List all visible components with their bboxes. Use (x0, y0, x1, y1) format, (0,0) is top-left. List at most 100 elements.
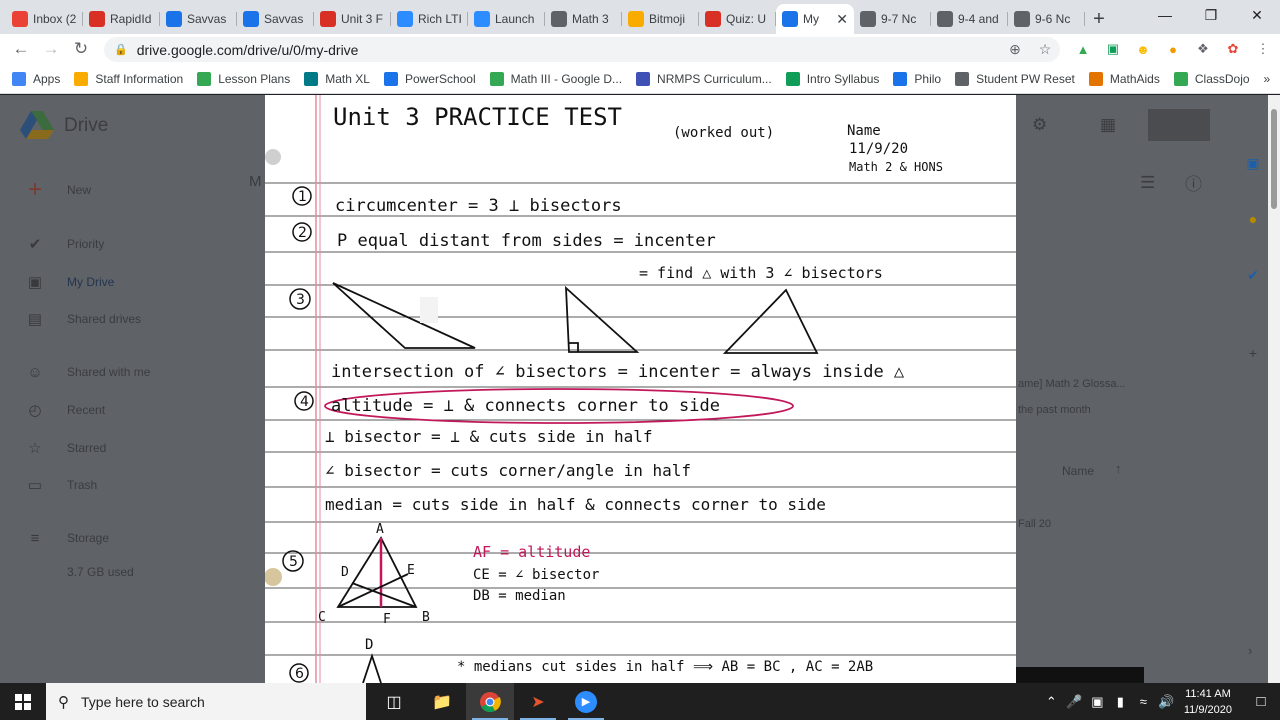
bookmark-item[interactable]: NRMPS Curriculum... (636, 71, 772, 86)
power-icon[interactable]: ▮ (1109, 694, 1132, 710)
browser-tab[interactable]: Math 3 (545, 4, 622, 34)
clock-time: 11:41 AM (1185, 687, 1231, 700)
keep-icon[interactable]: ● (1240, 211, 1266, 267)
browser-tab[interactable]: Quiz: U (699, 4, 776, 34)
browser-tab[interactable]: Inbox (2 (6, 4, 83, 34)
new-button[interactable]: + New (26, 176, 91, 203)
reload-icon[interactable]: ↻ (66, 34, 96, 64)
browser-tab[interactable]: 9-4 and (931, 4, 1008, 34)
zoom-taskbar-icon[interactable]: ▶ (562, 683, 610, 720)
drive-nav-item[interactable]: ≡ Storage (26, 529, 109, 547)
volume-icon[interactable]: 🔊 (1155, 694, 1178, 710)
browser-tab[interactable]: Unit 3 F (314, 4, 391, 34)
bookmark-item[interactable]: Student PW Reset (955, 71, 1075, 86)
forward-arrow-icon[interactable]: → (36, 34, 66, 64)
tab-title: RapidId (110, 12, 152, 26)
close-tab-icon[interactable]: ✕ (836, 11, 848, 28)
apps-grid-icon[interactable]: ▦ (1100, 115, 1116, 135)
minimize-icon[interactable]: — (1142, 0, 1188, 30)
url-text: drive.google.com/drive/u/0/my-drive (136, 41, 359, 58)
bookmark-item[interactable]: Intro Syllabus (785, 71, 879, 86)
browser-tab[interactable]: Savvas (160, 4, 237, 34)
priority-icon: ✔ (28, 236, 42, 253)
extension-icon-4[interactable]: ● (1158, 39, 1188, 59)
page-scrollbar[interactable] (1268, 95, 1280, 683)
menu-dots-icon[interactable]: ⋮ (1248, 39, 1278, 59)
browser-tab[interactable]: RapidId (83, 4, 160, 34)
task-view-icon[interactable]: ◫ (370, 683, 418, 720)
bookmark-item[interactable]: Math III - Google D... (489, 71, 622, 86)
notifications-icon[interactable]: □ (1242, 693, 1280, 710)
bookmark-item[interactable]: Staff Information (74, 71, 183, 86)
new-tab-button[interactable]: + (1085, 4, 1113, 34)
extension-icon-5[interactable]: ✿ (1218, 39, 1248, 59)
tab-title: Savvas (264, 12, 304, 26)
drive-nav-item[interactable]: ☺ Shared with me (26, 363, 150, 381)
browser-tab[interactable]: Rich LTI (391, 4, 468, 34)
browser-tab[interactable]: Launch (468, 4, 545, 34)
drive-nav-item[interactable]: ☆ Starred (26, 439, 106, 457)
settings-gear-icon[interactable]: ⚙ (1032, 115, 1047, 135)
bookmark-item[interactable]: MathAids (1088, 71, 1160, 86)
pdf-app-icon[interactable]: ➤ (514, 683, 562, 720)
bookmark-item[interactable]: ClassDojo (1173, 71, 1250, 86)
browser-tab[interactable]: Bitmoji (622, 4, 699, 34)
show-hidden-icons-icon[interactable]: ⌃ (1040, 694, 1063, 710)
network-icon[interactable]: ≈ (1132, 694, 1155, 709)
sort-name-header[interactable]: Name (1062, 464, 1094, 478)
add-addon-icon[interactable]: + (1240, 345, 1266, 401)
sort-arrow-icon[interactable]: ↑ (1115, 461, 1122, 476)
bookmark-item[interactable]: Lesson Plans (197, 71, 290, 86)
back-arrow-icon[interactable]: ← (6, 34, 36, 64)
drive-nav-item[interactable]: ▤ Shared drives (26, 310, 141, 328)
bookmark-item[interactable]: Apps (12, 71, 60, 86)
taskbar-search-box[interactable]: ⚲ Type here to search (46, 683, 366, 720)
zoom-plus-icon[interactable]: ⊕ (1000, 41, 1030, 58)
close-window-icon[interactable]: ✕ (1234, 0, 1280, 30)
scrollbar-thumb[interactable] (1271, 109, 1277, 209)
extension-icon-2[interactable]: ▣ (1098, 39, 1128, 59)
system-tray: ⌃ 🎤 ▣ ▮ ≈ 🔊 11:41 AM 11/9/2020 □ (1040, 683, 1280, 720)
bookmark-item[interactable]: PowerSchool (383, 71, 476, 86)
browser-tab[interactable]: 9-7 Nc (854, 4, 931, 34)
panel-expand-icon[interactable]: › (1248, 643, 1252, 658)
folder-fragment: Fall 20 (1018, 518, 1052, 530)
bookmark-star-icon[interactable]: ☆ (1030, 41, 1060, 58)
screen-capture-icon[interactable]: ▣ (1086, 694, 1109, 710)
drive-nav-label: Trash (67, 478, 98, 492)
drive-nav-item[interactable]: ✔ Priority (26, 235, 105, 253)
microphone-icon[interactable]: 🎤 (1063, 694, 1086, 710)
tab-title: Rich LTI (418, 12, 462, 26)
drive-nav-item[interactable]: ▭ Trash (26, 476, 97, 494)
name-label: Name (847, 123, 881, 139)
details-info-icon[interactable]: ⓘ (1185, 170, 1202, 195)
browser-tab[interactable]: Savvas (237, 4, 314, 34)
file-explorer-icon[interactable]: 📁 (418, 683, 466, 720)
drive-nav-item[interactable]: ▣ My Drive (26, 273, 114, 291)
taskbar-clock[interactable]: 11:41 AM 11/9/2020 (1184, 686, 1232, 718)
tab-title: Unit 3 F (341, 12, 384, 26)
drive-nav-label: Storage (67, 531, 110, 545)
bookmark-item[interactable]: Philo (893, 71, 941, 86)
tab-list: Inbox (2 RapidId Savvas Savvas Unit 3 F Rich … (0, 4, 1085, 34)
windows-start-icon[interactable] (0, 683, 46, 720)
tasks-icon[interactable]: ✔ (1240, 267, 1266, 323)
answer-4a: altitude = ⊥ & connects corner to side (331, 396, 720, 416)
address-bar[interactable]: 🔒 drive.google.com/drive/u/0/my-drive ⊕ … (104, 37, 1060, 62)
more-bookmarks-icon[interactable]: » (1264, 72, 1271, 86)
chrome-taskbar-icon[interactable] (466, 683, 514, 720)
list-view-icon[interactable]: ☰ (1140, 173, 1155, 193)
browser-tab[interactable]: My ✕ (776, 4, 854, 34)
account-logo[interactable] (1148, 109, 1210, 141)
label-d-q6: D (365, 637, 373, 653)
puzzle-icon[interactable]: ❖ (1188, 39, 1218, 59)
extension-icon-3[interactable]: ☻ (1128, 39, 1158, 59)
calendar-icon[interactable]: ▣ (1240, 155, 1266, 211)
restore-icon[interactable]: ❐ (1188, 0, 1234, 30)
bookmark-item[interactable]: Math XL (304, 71, 370, 86)
extension-icon-1[interactable]: ▲ (1068, 39, 1098, 59)
browser-tab[interactable]: 9-6 Nc (1008, 4, 1085, 34)
drive-nav-item[interactable]: ◴ Recent (26, 401, 105, 419)
q5-ce-note: CE = ∠ bisector (473, 567, 599, 583)
rapididentity-icon (89, 11, 105, 27)
